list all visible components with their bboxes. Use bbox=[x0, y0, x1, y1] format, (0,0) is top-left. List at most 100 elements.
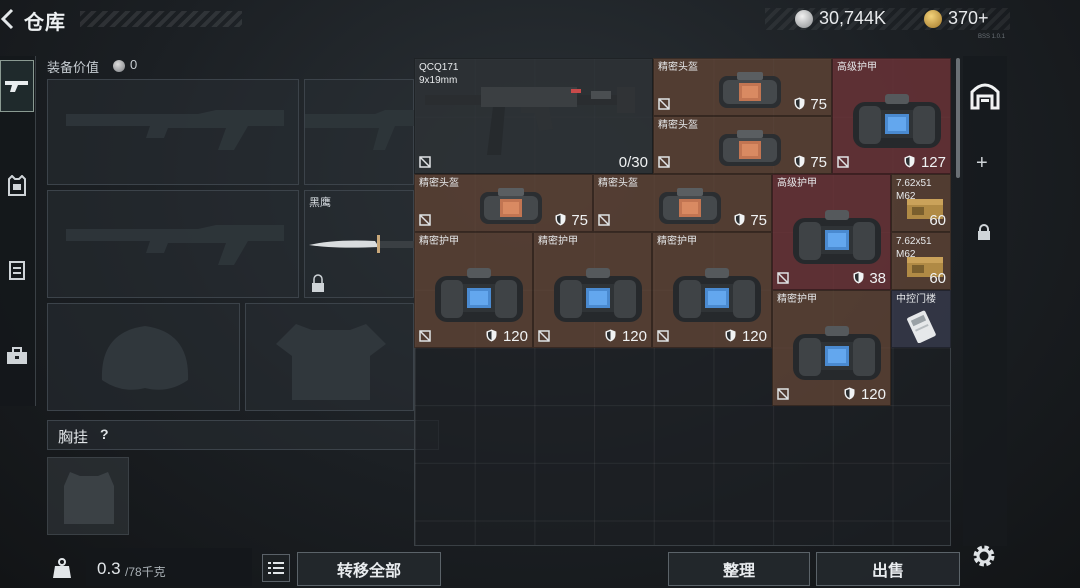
transfer-all-button[interactable]: 转移全部 bbox=[297, 552, 441, 586]
rail-toolbox-tab[interactable] bbox=[0, 328, 34, 384]
storage-item-ammo[interactable]: 7.62x51 M62 60 bbox=[891, 174, 951, 232]
storage-item-armor[interactable]: 精密护甲 120 bbox=[414, 232, 533, 348]
no-insurance-icon bbox=[658, 156, 670, 168]
warehouse-icon[interactable] bbox=[969, 80, 1001, 110]
no-insurance-icon bbox=[538, 330, 550, 342]
item-value: 120 bbox=[741, 328, 767, 345]
item-name: 精密头盔 bbox=[658, 62, 698, 73]
item-caliber: 9x19mm bbox=[419, 75, 458, 86]
storage-item-helmet[interactable]: 精密头盔 75 bbox=[414, 174, 593, 232]
durability-shield-icon bbox=[794, 155, 805, 168]
vest-icon bbox=[8, 175, 26, 196]
silver-coin-icon bbox=[795, 10, 813, 28]
body-armor-slot[interactable] bbox=[245, 303, 414, 411]
primary-weapon-slot-2[interactable] bbox=[47, 190, 299, 298]
helmet-icon bbox=[479, 188, 542, 224]
item-value: 60 bbox=[929, 270, 946, 287]
armor-icon bbox=[553, 268, 642, 322]
item-name: QCQ171 bbox=[419, 62, 459, 73]
rig-silhouette-icon bbox=[64, 472, 114, 524]
armor-icon bbox=[792, 210, 881, 264]
item-name: 精密护甲 bbox=[657, 236, 697, 247]
item-value: 75 bbox=[750, 212, 767, 229]
list-icon bbox=[268, 562, 284, 574]
primary-weapon-slot[interactable] bbox=[47, 79, 299, 185]
no-insurance-icon bbox=[837, 156, 849, 168]
item-name: 精密护甲 bbox=[777, 294, 817, 305]
storage-item-helmet[interactable]: 精密头盔 75 bbox=[653, 58, 832, 116]
item-name: 高级护甲 bbox=[837, 62, 877, 73]
gold-coin-icon bbox=[924, 10, 942, 28]
storage-item-armor[interactable]: 精密护甲 120 bbox=[533, 232, 652, 348]
list-view-button[interactable] bbox=[262, 554, 290, 582]
item-name: 精密头盔 bbox=[419, 178, 459, 189]
helmet-slot[interactable] bbox=[47, 303, 240, 411]
item-value: 75 bbox=[810, 96, 827, 113]
storage-item-armor[interactable]: 高级护甲 38 bbox=[772, 174, 891, 290]
item-value: 38 bbox=[869, 270, 886, 287]
armor-icon bbox=[434, 268, 523, 322]
item-value: 120 bbox=[621, 328, 647, 345]
lock-icon[interactable] bbox=[977, 224, 991, 240]
tidy-button[interactable]: 整理 bbox=[668, 552, 810, 586]
sell-button[interactable]: 出售 bbox=[816, 552, 960, 586]
no-insurance-icon bbox=[419, 214, 431, 226]
storage-item-gun[interactable]: QCQ171 9x19mm 0/30 bbox=[414, 58, 653, 174]
armor-icon bbox=[673, 268, 761, 322]
durability-shield-icon bbox=[844, 387, 855, 400]
no-insurance-icon bbox=[658, 98, 670, 110]
title-decoration bbox=[80, 11, 242, 27]
secondary-weapon-slot[interactable] bbox=[304, 79, 415, 185]
item-name: 中控门楼 bbox=[896, 294, 936, 305]
equipment-value-label: 装备价值 bbox=[47, 60, 100, 75]
equipment-value: 0 bbox=[130, 57, 138, 72]
add-tab-icon[interactable]: + bbox=[976, 152, 988, 175]
item-caliber: M62 bbox=[896, 191, 916, 202]
rifle-silhouette-icon bbox=[66, 225, 284, 265]
rail-armor-tab[interactable] bbox=[0, 158, 34, 214]
storage-item-helmet[interactable]: 精密头盔 75 bbox=[593, 174, 772, 232]
item-value: 120 bbox=[502, 328, 528, 345]
no-insurance-icon bbox=[777, 388, 789, 400]
gold-amount[interactable]: 370+ bbox=[948, 8, 989, 29]
durability-shield-icon bbox=[486, 329, 497, 342]
page-title: 仓库 bbox=[24, 12, 66, 34]
rail-weapons-tab[interactable] bbox=[0, 60, 34, 112]
storage-item-armor[interactable]: 精密护甲 120 bbox=[772, 290, 891, 406]
durability-shield-icon bbox=[734, 213, 745, 226]
item-value: 120 bbox=[860, 386, 886, 403]
item-name: 精密护甲 bbox=[538, 236, 578, 247]
lock-icon bbox=[313, 274, 323, 284]
item-name: 精密头盔 bbox=[598, 178, 638, 189]
storage-item-ammo[interactable]: 7.62x51 M62 60 bbox=[891, 232, 951, 290]
durability-shield-icon bbox=[904, 155, 915, 168]
rifle-silhouette-icon bbox=[66, 110, 284, 150]
item-value: 75 bbox=[810, 154, 827, 171]
no-insurance-icon bbox=[657, 330, 669, 342]
armor-icon bbox=[792, 326, 881, 380]
silver-coin-icon bbox=[113, 60, 125, 72]
no-insurance-icon bbox=[419, 156, 431, 168]
item-value: 127 bbox=[920, 154, 946, 171]
storage-scrollbar[interactable] bbox=[956, 58, 960, 178]
no-insurance-icon bbox=[598, 214, 610, 226]
chest-rig-slot[interactable] bbox=[47, 457, 129, 535]
chest-rig-label: 胸挂 bbox=[58, 429, 89, 446]
back-icon[interactable] bbox=[0, 8, 14, 30]
storage-item-armor[interactable]: 精密护甲 120 bbox=[652, 232, 772, 348]
help-icon[interactable]: ? bbox=[100, 426, 109, 442]
durability-shield-icon bbox=[605, 329, 616, 342]
storage-item-armor[interactable]: 高级护甲 127 bbox=[832, 58, 951, 174]
silver-amount: 30,744K bbox=[819, 8, 887, 28]
weight-icon bbox=[53, 558, 71, 578]
storage-item-helmet[interactable]: 精密头盔 75 bbox=[653, 116, 832, 174]
briefcase-icon bbox=[7, 347, 27, 364]
pistol-icon bbox=[5, 81, 28, 92]
helmet-silhouette-icon bbox=[101, 326, 189, 390]
rail-rig-tab[interactable] bbox=[0, 242, 34, 298]
storage-item-keycard[interactable]: 中控门楼 bbox=[891, 290, 951, 348]
item-value: 75 bbox=[571, 212, 588, 229]
durability-shield-icon bbox=[725, 329, 736, 342]
gear-icon[interactable] bbox=[970, 542, 998, 570]
no-insurance-icon bbox=[777, 272, 789, 284]
